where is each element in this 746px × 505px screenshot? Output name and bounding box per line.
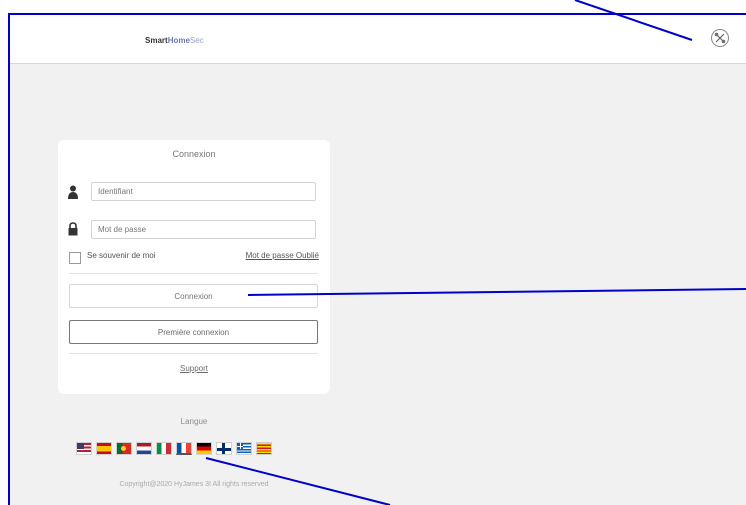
ca-flag-icon[interactable] (256, 442, 272, 455)
password-input[interactable]: Mot de passe (91, 220, 316, 239)
nl-flag-icon[interactable] (136, 442, 152, 455)
divider (69, 353, 318, 354)
it-flag-icon[interactable] (156, 442, 172, 455)
brand-home: Home (167, 36, 190, 45)
top-bar: SmartHomeSec (10, 15, 746, 64)
first-login-button[interactable]: Première connexion (69, 320, 318, 344)
brand-smart: Smart (145, 36, 168, 45)
login-title: Connexion (172, 149, 216, 159)
forgot-password-link[interactable]: Mot de passe Oublié (246, 251, 319, 260)
remember-label: Se souvenir de moi (87, 251, 156, 260)
login-card: Connexion Identifiant Mot de passe Se so… (58, 140, 330, 394)
language-label: Langue (180, 417, 208, 426)
de-flag-icon[interactable] (196, 442, 212, 455)
support-link[interactable]: Support (58, 364, 330, 373)
copyright-text: Copyright@2020 HyJames 3I All rights res… (119, 481, 269, 488)
pt-flag-icon[interactable] (116, 442, 132, 455)
fi-flag-icon[interactable] (216, 442, 232, 455)
brand-sec: Sec (189, 36, 204, 45)
brand-logo: SmartHomeSec (145, 36, 204, 45)
lock-icon (68, 222, 78, 236)
password-placeholder: Mot de passe (98, 225, 147, 234)
fr-flag-icon[interactable] (176, 442, 192, 455)
tools-icon-svg (714, 32, 726, 44)
login-button[interactable]: Connexion (69, 284, 318, 308)
username-input[interactable]: Identifiant (91, 182, 316, 201)
divider (69, 273, 318, 274)
page-frame: SmartHomeSec Connexion Identifiant Mot d… (8, 13, 746, 505)
username-placeholder: Identifiant (98, 187, 133, 196)
gr-flag-icon[interactable] (236, 442, 252, 455)
user-icon (68, 185, 78, 199)
language-flags (76, 442, 272, 455)
en-us-flag-icon[interactable] (76, 442, 92, 455)
tools-icon[interactable] (711, 29, 729, 47)
es-flag-icon[interactable] (96, 442, 112, 455)
remember-checkbox[interactable] (69, 252, 81, 264)
